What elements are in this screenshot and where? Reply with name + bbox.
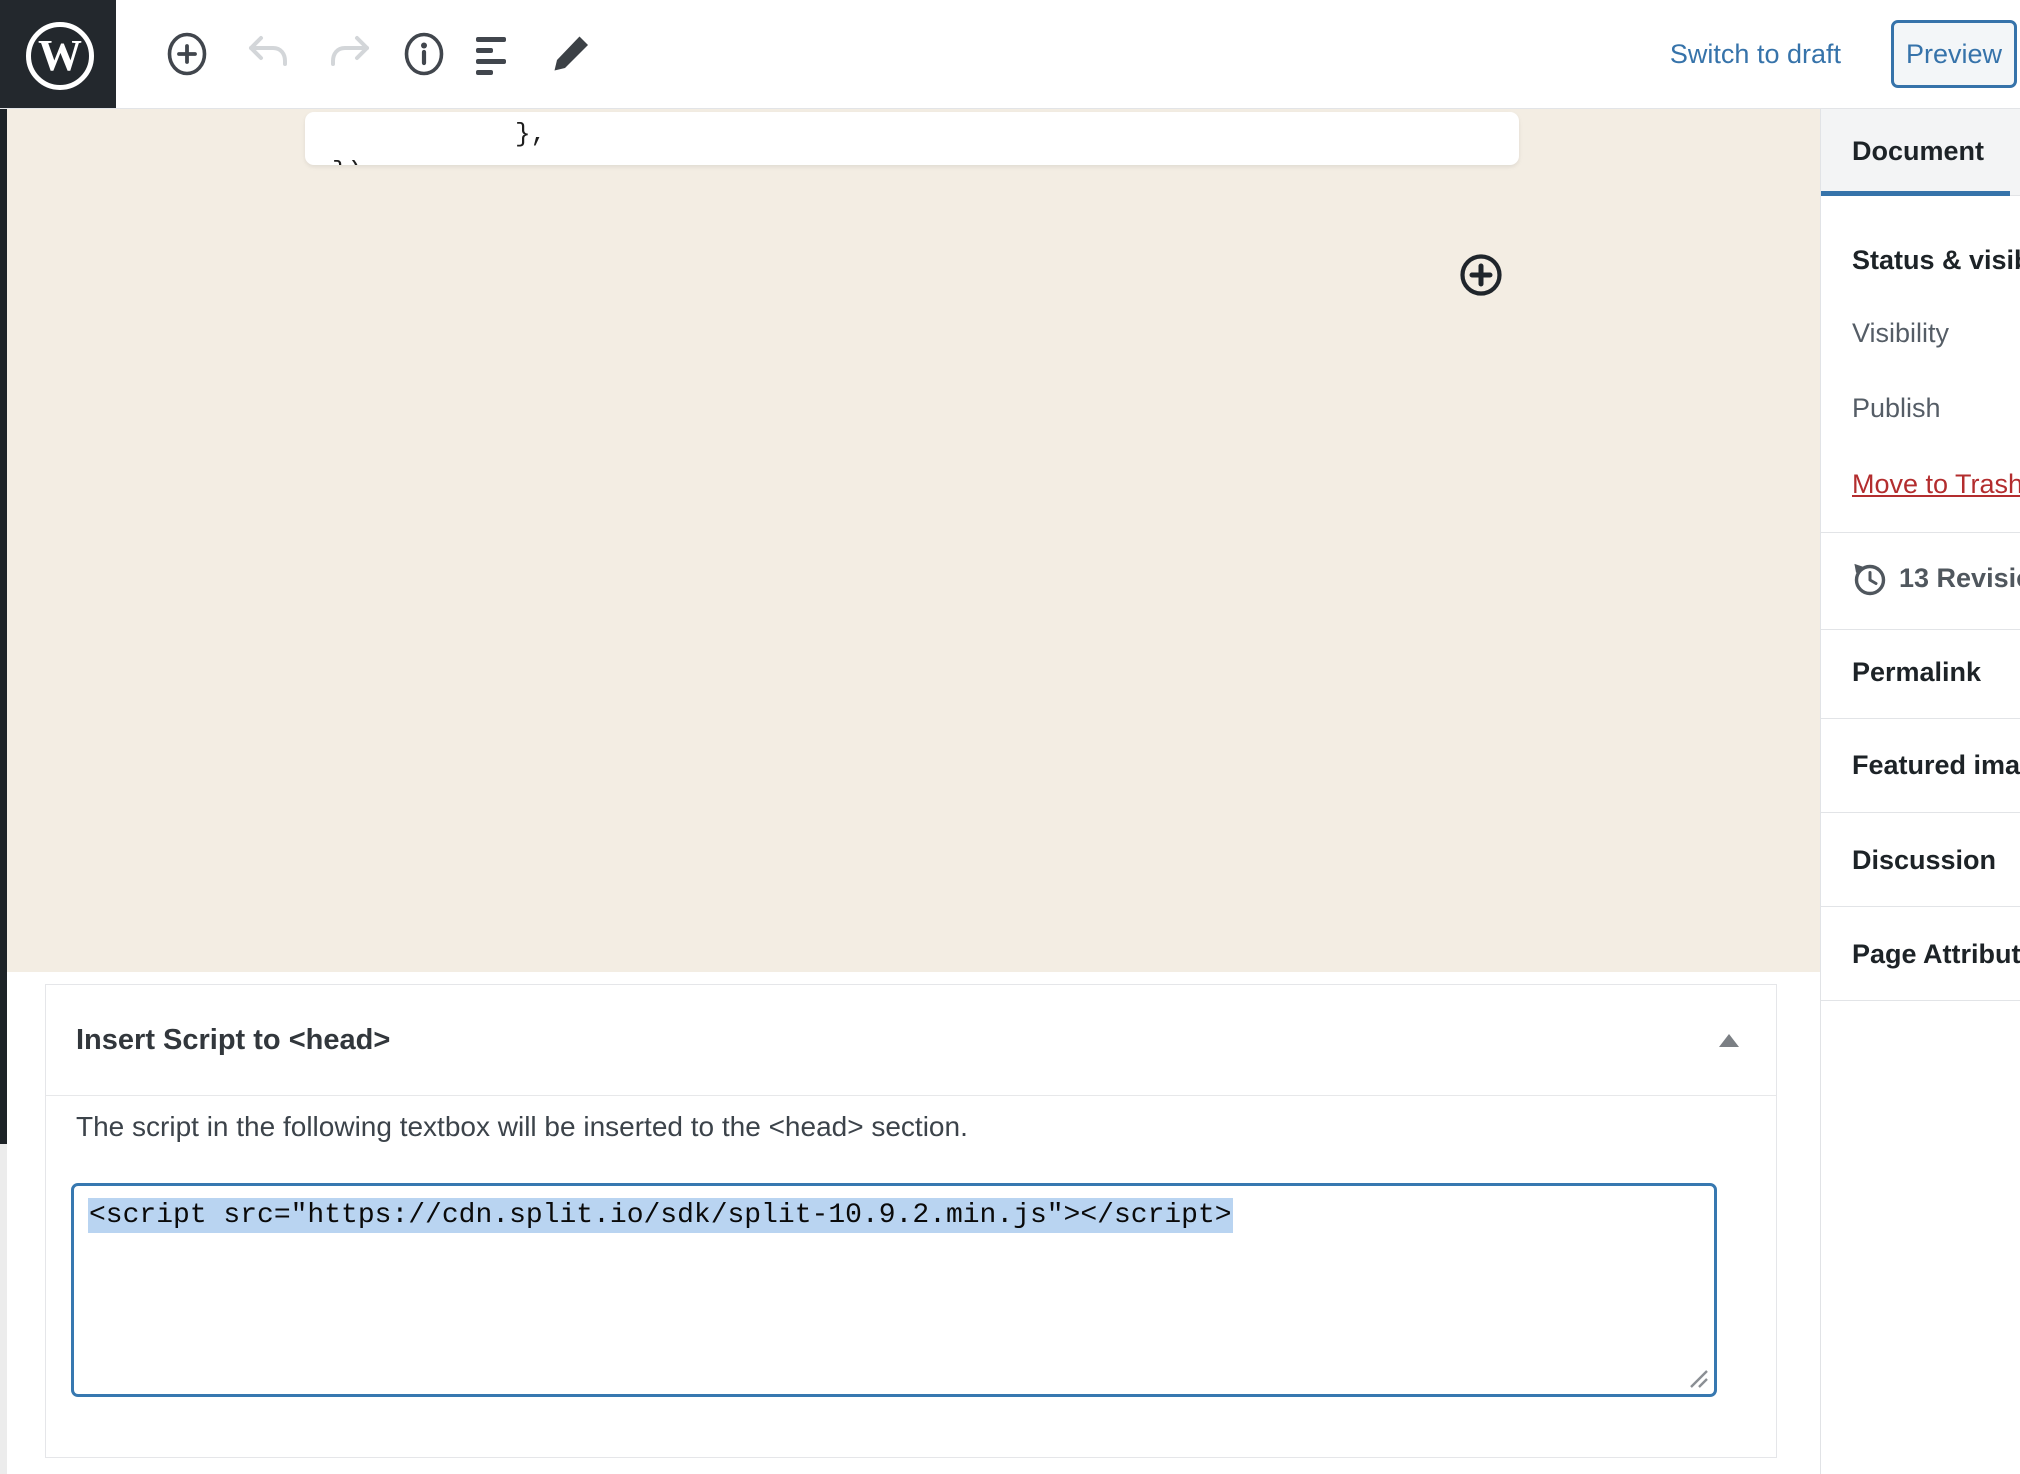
panel-featured-image[interactable]: Featured image: [1852, 749, 2020, 781]
editor-toolbar: W: [0, 0, 2020, 109]
resize-grip-icon[interactable]: [1685, 1365, 1711, 1391]
pencil-icon: [546, 30, 594, 78]
metabox-header[interactable]: Insert Script to <head>: [46, 985, 1776, 1096]
panel-divider: [1821, 1000, 2020, 1001]
redo-icon: [326, 30, 374, 78]
active-tab-indicator: [1821, 191, 2010, 196]
panel-status-visibility[interactable]: Status & visibility: [1852, 244, 2020, 276]
admin-menu-edge: [0, 0, 7, 1144]
block-navigation-button[interactable]: [473, 30, 521, 78]
panel-divider: [1821, 718, 2020, 719]
publish-label: Publish: [1852, 392, 1941, 424]
preview-button[interactable]: Preview: [1891, 20, 2017, 88]
plus-circle-icon: [163, 30, 211, 78]
visibility-label: Visibility: [1852, 317, 1949, 349]
panel-divider: [1821, 532, 2020, 533]
code-line: },: [515, 119, 546, 149]
info-icon: [400, 30, 448, 78]
collapse-arrow-icon[interactable]: [1719, 1034, 1739, 1047]
panel-discussion[interactable]: Discussion: [1852, 844, 1996, 876]
wordpress-menu-button[interactable]: W: [0, 0, 116, 108]
metabox-description: The script in the following textbox will…: [76, 1111, 968, 1143]
panel-divider: [1821, 906, 2020, 907]
panel-divider: [1821, 812, 2020, 813]
selected-script-text: <script src="https://cdn.split.io/sdk/sp…: [88, 1198, 1233, 1233]
switch-to-draft-button[interactable]: Switch to draft: [1670, 0, 1841, 108]
settings-sidebar: Document Status & visibility Visibility …: [1820, 108, 2020, 1474]
move-to-trash-button[interactable]: Move to Trash: [1852, 468, 2020, 500]
script-textarea[interactable]: <script src="https://cdn.split.io/sdk/sp…: [71, 1183, 1717, 1397]
edit-mode-button[interactable]: [546, 30, 594, 78]
panel-divider: [1821, 629, 2020, 630]
plus-circle-icon: [1458, 252, 1504, 298]
code-line: }): [332, 157, 363, 165]
insert-script-head-metabox: Insert Script to <head> The script in th…: [45, 984, 1777, 1458]
code-block[interactable]: }, }): [305, 112, 1519, 165]
undo-button[interactable]: [244, 30, 292, 78]
sidebar-tab-bar: Document: [1821, 108, 2020, 196]
undo-icon: [244, 30, 292, 78]
redo-button[interactable]: [326, 30, 374, 78]
wordpress-editor: W: [0, 0, 2020, 1474]
panel-permalink[interactable]: Permalink: [1852, 656, 1981, 688]
metabox-area: Insert Script to <head> The script in th…: [7, 972, 1820, 1474]
panel-page-attributes[interactable]: Page Attributes: [1852, 938, 2020, 970]
content-info-button[interactable]: [400, 30, 448, 78]
block-navigation-icon: [473, 30, 521, 78]
block-inserter-button[interactable]: [1458, 252, 1504, 298]
metabox-title: Insert Script to <head>: [76, 985, 390, 1095]
history-clock-icon: [1850, 560, 1888, 598]
tab-document[interactable]: Document: [1852, 108, 1984, 195]
wordpress-logo-icon: W: [26, 22, 94, 90]
add-block-button[interactable]: [163, 30, 211, 78]
revisions-button[interactable]: 13 Revisions: [1899, 562, 2020, 594]
editor-canvas[interactable]: }, }): [7, 109, 1820, 972]
admin-menu-edge-bottom: [0, 1144, 7, 1474]
